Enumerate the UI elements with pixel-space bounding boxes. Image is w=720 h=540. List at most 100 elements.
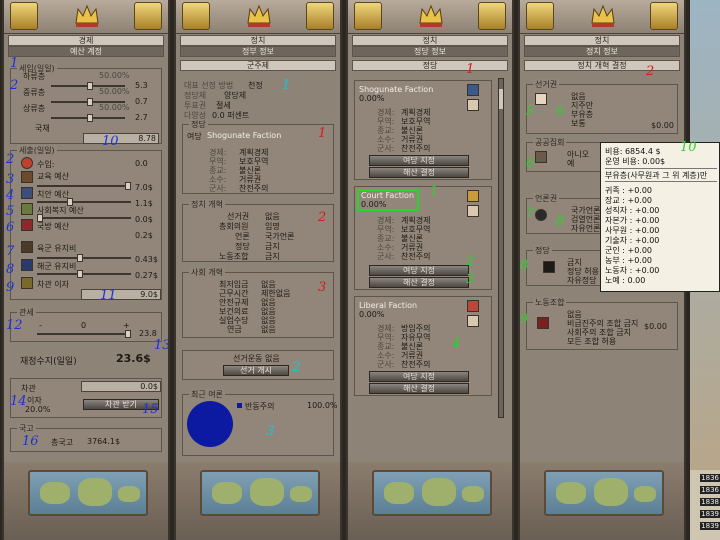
- welfare-slider[interactable]: [37, 214, 131, 222]
- slider-handle[interactable]: [125, 330, 131, 338]
- panel-header-decoration: [520, 0, 684, 34]
- date-label: 1836: [700, 474, 720, 482]
- reform-option[interactable]: 예: [567, 158, 574, 169]
- expense-value: 0.2$: [135, 231, 153, 240]
- education-slider[interactable]: [37, 182, 131, 190]
- panel-header-decoration: [176, 0, 340, 34]
- national-debt-label: 국채: [35, 124, 50, 133]
- annotation: 3: [266, 424, 275, 439]
- tax-slider[interactable]: [51, 114, 125, 122]
- faction-name: Liberal Faction: [359, 301, 418, 310]
- tariff-value: 23.8: [139, 329, 157, 338]
- expense-value: 0.0$: [135, 215, 153, 224]
- election-box: 선거운동 없음 선거 개시: [182, 350, 334, 380]
- slider-handle[interactable]: [77, 270, 83, 278]
- defense-icon: [21, 219, 33, 231]
- world-minimap[interactable]: [28, 470, 148, 516]
- start-election-button[interactable]: 선거 개시: [223, 365, 289, 376]
- flag-icon: [526, 2, 554, 30]
- world-minimap[interactable]: [372, 470, 492, 516]
- slider-handle[interactable]: [125, 182, 131, 190]
- reform-option[interactable]: 모든 조합 허용: [567, 336, 616, 347]
- set-ruling-party-button[interactable]: 여당 지정: [369, 155, 469, 166]
- strata-pct: 50.00%: [99, 71, 130, 80]
- expense-label: 치안 예산: [37, 190, 69, 199]
- policy-value: 찬전주의: [239, 184, 269, 193]
- annotation: 14: [10, 394, 27, 409]
- slider-handle[interactable]: [87, 114, 93, 122]
- policy-label: 군사:: [209, 184, 227, 193]
- annotation: 5: [6, 204, 15, 219]
- legend-swatch: [237, 403, 242, 408]
- loan-box: 차관 0.0$ 이자 20.0% 차관 받기: [10, 378, 162, 418]
- strata-label: 상류층: [23, 104, 46, 113]
- annotation: 3: [6, 172, 15, 187]
- annotation: 8: [520, 258, 529, 273]
- party-box-label: 정당: [189, 119, 208, 130]
- reform-option[interactable]: 자유언론: [571, 223, 600, 234]
- expense-value: 0.27$: [135, 271, 158, 280]
- economy-panel: 경제 예산 계정 세입(일일) 하류층 50.00% 5.3 중류층 50.00…: [2, 0, 170, 540]
- annotation: 3: [318, 280, 327, 295]
- navy-slider[interactable]: [37, 270, 131, 278]
- government-panel: 정치 정부 정보 군주제 대표 선정 방법 천정 정당제 양당제 투표권 절세 …: [174, 0, 342, 540]
- interest-field: 9.0$: [81, 289, 161, 300]
- annotation: 12: [6, 318, 23, 333]
- parties-label: 정당: [533, 245, 552, 256]
- tariff-minus[interactable]: -: [39, 321, 42, 330]
- expense-value: 0.43$: [135, 255, 158, 264]
- expense-label: 육군 유지비: [37, 244, 77, 253]
- annotation: 15: [142, 402, 159, 417]
- army-slider[interactable]: [37, 254, 131, 262]
- strata-label: 중류층: [23, 88, 46, 97]
- navy-icon: [21, 259, 33, 271]
- expense-label: 교육 예산: [37, 172, 69, 181]
- reform-option[interactable]: 보통: [571, 118, 586, 129]
- slider-handle[interactable]: [87, 98, 93, 106]
- balance-label: 재정수지(일일): [20, 357, 77, 367]
- opinion-party: 반동주의: [245, 402, 275, 411]
- crown-icon: [244, 1, 274, 31]
- annotation: 6: [556, 104, 565, 119]
- reform-option[interactable]: 자유정당: [567, 275, 596, 286]
- tariff-plus[interactable]: +: [123, 321, 130, 330]
- annotation: 1: [466, 62, 475, 77]
- strata-pct: 50.00%: [99, 103, 130, 112]
- panel-title: 경제: [8, 35, 164, 46]
- opinion-pie-chart: [187, 401, 233, 447]
- expense-box: 세출(일일) 수입: 0.0 교육 예산 7.0$ 치안 예산 1.1$ 사회복…: [10, 145, 162, 300]
- tab-parties[interactable]: 정당: [352, 60, 508, 71]
- expense-label: 차관 이자: [37, 280, 69, 289]
- annotation: 2: [6, 152, 15, 167]
- police-slider[interactable]: [37, 198, 131, 206]
- disband-party-button[interactable]: 해산 결정: [369, 277, 469, 288]
- policy-value: 찬전주의: [401, 252, 431, 261]
- world-minimap[interactable]: [200, 470, 320, 516]
- reform-cost: $0.00: [644, 322, 667, 331]
- reform-tooltip: 비용: 6854.4 $ 운영 비용: 0.00$ 부유층(사무원과 그 위 계…: [600, 142, 720, 292]
- world-minimap[interactable]: [544, 470, 664, 516]
- panel-title: 정치: [352, 35, 508, 46]
- press-label: 언론권: [533, 193, 560, 204]
- panel-header-decoration: [348, 0, 512, 34]
- faction-pct: 0.00%: [359, 94, 385, 103]
- press-icon: [535, 209, 547, 221]
- annotation: 1: [430, 184, 439, 199]
- disband-party-button[interactable]: 해산 결정: [369, 167, 469, 178]
- tariff-slider[interactable]: [37, 330, 131, 338]
- date-label: 1836: [700, 486, 720, 494]
- faction-portrait-icon: [467, 205, 479, 217]
- panel-header-decoration: [4, 0, 168, 34]
- government-type: 군주제: [180, 60, 336, 71]
- scrollbar[interactable]: [498, 78, 504, 418]
- slider-handle[interactable]: [87, 82, 93, 90]
- slider-handle[interactable]: [77, 254, 83, 262]
- set-ruling-party-button[interactable]: 여당 지정: [369, 265, 469, 276]
- annotation: 8: [6, 262, 15, 277]
- expense-label: 해군 유지비: [37, 262, 77, 271]
- faction-icon: [467, 190, 479, 202]
- set-ruling-party-button[interactable]: 여당 지정: [369, 371, 469, 382]
- tab-reforms[interactable]: 정치 개혁 결정: [524, 60, 680, 71]
- disband-party-button[interactable]: 해산 결정: [369, 383, 469, 394]
- annotation: 6: [6, 220, 15, 235]
